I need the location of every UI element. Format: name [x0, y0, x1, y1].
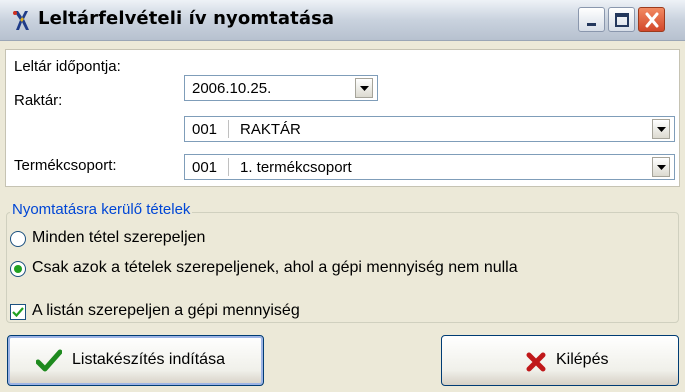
warehouse-code: 001 [192, 121, 218, 138]
date-combo[interactable]: 2006.10.25. [184, 75, 378, 101]
exit-label: Kilépés [556, 351, 609, 368]
show-machine-qty-label: A listán szerepeljen a gépi mennyiség [32, 302, 300, 319]
window-title: Leltárfelvételi ív nyomtatása [38, 8, 335, 29]
dialog-window: Leltárfelvételi ív nyomtatása Leltár idő… [0, 0, 685, 392]
red-x-icon [526, 352, 546, 372]
radio-button-selected[interactable] [10, 261, 26, 277]
close-button[interactable] [638, 7, 665, 32]
close-icon [645, 12, 659, 28]
start-list-button[interactable]: Listakészítés indítása [7, 335, 264, 386]
minimize-icon [587, 23, 596, 26]
maximize-icon [615, 13, 629, 27]
warehouse-separator [228, 120, 229, 138]
exit-button[interactable]: Kilépés [441, 335, 679, 386]
warehouse-name: RAKTÁR [240, 121, 301, 138]
product-group-separator [228, 158, 229, 176]
maximize-button[interactable] [608, 7, 635, 32]
checkmark-icon [12, 307, 24, 318]
radio-label: Csak azok a tételek szerepeljenek, ahol … [32, 259, 518, 276]
warehouse-dropdown-button[interactable] [652, 119, 670, 139]
radio-label: Minden tétel szerepeljen [32, 229, 206, 246]
date-label: Leltár időpontja: [14, 58, 121, 75]
print-items-legend: Nyomtatásra kerülő tételek [10, 201, 193, 218]
radio-button[interactable] [10, 231, 26, 247]
minimize-button[interactable] [578, 7, 605, 32]
product-group-combo[interactable]: 001 1. termékcsoport [184, 154, 675, 180]
product-group-dropdown-button[interactable] [652, 157, 670, 177]
chevron-down-icon [657, 127, 666, 132]
product-group-code: 001 [192, 159, 218, 176]
start-list-label: Listakészítés indítása [72, 351, 225, 368]
app-icon [13, 11, 29, 30]
warehouse-label: Raktár: [14, 92, 63, 109]
checkmark-icon [36, 349, 62, 372]
filter-panel: Leltár időpontja: 2006.10.25. Raktár: 00… [5, 49, 680, 187]
date-value: 2006.10.25. [192, 80, 272, 97]
show-machine-qty-checkbox[interactable] [10, 304, 26, 320]
warehouse-combo[interactable]: 001 RAKTÁR [184, 116, 675, 142]
date-dropdown-button[interactable] [355, 78, 373, 98]
product-group-label: Termékcsoport: [14, 157, 117, 174]
product-group-name: 1. termékcsoport [240, 159, 352, 176]
chevron-down-icon [360, 86, 369, 91]
chevron-down-icon [657, 165, 666, 170]
title-bar[interactable]: Leltárfelvételi ív nyomtatása [0, 0, 685, 41]
dialog-body: Leltár időpontja: 2006.10.25. Raktár: 00… [0, 41, 685, 392]
